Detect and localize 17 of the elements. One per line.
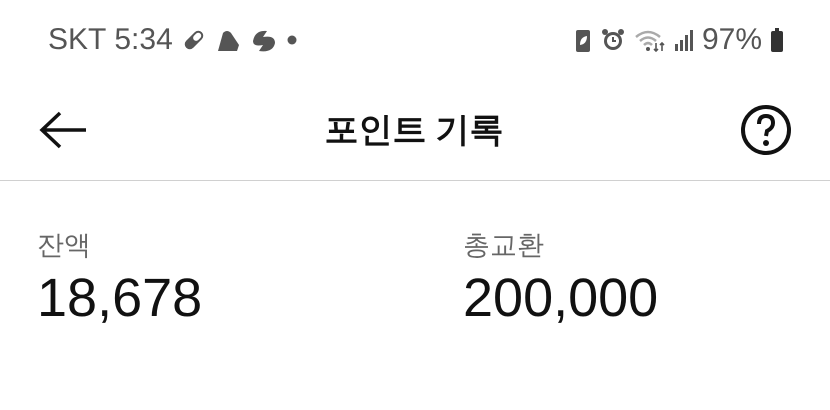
alarm-icon [600,27,626,53]
battery-icon [770,27,784,53]
help-button[interactable] [740,104,792,156]
battery-leaf-icon [574,27,592,53]
summary-value: 200,000 [463,267,660,330]
dot-icon [286,35,297,45]
back-button[interactable] [38,110,88,150]
page-title: 포인트 기록 [324,110,504,151]
battery-percent: 97% [702,23,762,57]
summary-value: 18,678 [37,267,204,330]
back-arrow-icon [38,110,88,150]
signal-icon [674,27,694,53]
carrier-label: SKT [48,23,106,57]
summary-label: 총교환 [463,229,545,262]
clock-time: 5:34 [114,23,173,57]
help-icon [740,104,792,156]
summary-label: 잔액 [37,229,92,262]
